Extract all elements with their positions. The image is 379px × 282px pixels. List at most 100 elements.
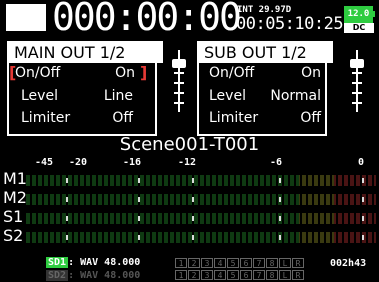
meter-scale-label: 0 [358,157,365,168]
meter-scale-label: -45 [35,157,54,168]
channel-label: M2 [3,188,27,207]
meter-peak-marker [362,235,364,240]
channel-meter [26,175,376,186]
fader-knob[interactable] [172,59,186,68]
sd2-format: : WAV 48.000 [68,270,141,281]
selection-bracket-right: ] [140,63,148,82]
channel-label: M1 [3,169,27,188]
channel-label: S2 [3,226,24,245]
sub-out-fader[interactable] [350,50,364,112]
track-indicator: 7 [253,258,265,268]
track-indicators-row2: 12345678LR [175,270,304,280]
counter-timecode: 000:00:00 [52,0,242,39]
sub-out-row-limiter[interactable]: Limiter Off [209,109,321,127]
row-label: Level [21,88,58,104]
recorder-screen: 000:00:00 INT 29.97D 00:05:10:25 12.0 DC… [0,0,379,282]
sd1-format: : WAV 48.000 [68,257,141,268]
meter-scale-label: -12 [178,157,197,168]
meter-peak-marker [66,235,68,240]
track-indicator: R [292,258,304,268]
sub-out-title: SUB OUT 1/2 [197,41,333,63]
sd2-status: SD2: WAV 48.000 [46,270,140,281]
absolute-timecode: 00:05:10:25 [236,14,344,34]
sd1-tag: SD1 [46,257,69,268]
track-indicator: 7 [253,270,265,280]
row-value: Off [300,110,321,126]
sub-out-row-level[interactable]: Level Normal [209,87,321,105]
sub-out-frame: On/Off On Level Normal Limiter Off [197,61,327,136]
row-value: On [301,65,321,81]
fader-tick [352,82,362,84]
meter-peak-marker [362,216,364,221]
track-indicator: 2 [188,258,200,268]
track-indicators-row1: 12345678LR [175,258,304,268]
row-value: Normal [270,88,321,104]
main-out-row-onoff[interactable]: On/Off On [15,64,135,82]
meter-peak-marker [138,197,140,202]
meter-peak-marker [279,197,281,202]
meter-peak-marker [138,216,140,221]
meter-peak-marker [279,178,281,183]
track-indicator: 3 [201,270,213,280]
power-source: DC [344,23,374,33]
main-out-fader[interactable] [172,50,186,112]
meter-peak-marker [279,216,281,221]
fader-knob[interactable] [350,59,364,68]
battery-indicator: 12.0 DC [344,4,375,33]
fader-tick [174,72,184,74]
meter-peak-marker [192,197,194,202]
channel-meter [26,213,376,224]
track-indicator: 2 [188,270,200,280]
row-value: On [115,65,135,81]
row-value: Line [103,88,133,104]
track-indicator: 8 [266,270,278,280]
sd1-status: SD1: WAV 48.000 [46,257,140,268]
channel-meter [26,194,376,205]
track-indicator: 5 [227,258,239,268]
track-indicator: L [279,258,291,268]
channel-label: S1 [3,207,24,226]
meter-peak-marker [279,235,281,240]
meter-peak-marker [66,178,68,183]
fader-tick [352,72,362,74]
track-indicator: 5 [227,270,239,280]
fader-tick [174,92,184,94]
meter-peak-marker [66,197,68,202]
meter-peak-marker [362,178,364,183]
meter-scale-label: -16 [123,157,142,168]
track-indicator: 1 [175,258,187,268]
meter-peak-marker [138,178,140,183]
meter-peak-marker [362,197,364,202]
meter-peak-marker [66,216,68,221]
main-out-title: MAIN OUT 1/2 [7,41,163,63]
sub-out-row-onoff[interactable]: On/Off On [209,64,321,82]
row-label: Level [209,88,246,104]
remaining-record-time: 002h43 [330,258,367,269]
battery-icon [372,11,375,17]
track-indicator: 6 [240,270,252,280]
sd2-tag: SD2 [46,270,69,281]
track-indicator: 4 [214,258,226,268]
main-out-frame: [ On/Off On ] Level Line Limiter Off [7,61,157,136]
row-label: Limiter [21,110,71,126]
row-label: On/Off [15,65,61,81]
meter-scale-label: -6 [270,157,283,168]
row-label: Limiter [209,110,259,126]
track-indicator: 3 [201,258,213,268]
track-indicator: R [292,270,304,280]
fader-tick [352,102,362,104]
main-out-row-level[interactable]: Level Line [21,87,133,105]
fader-tick [352,92,362,94]
meter-peak-marker [192,216,194,221]
fader-tick [174,102,184,104]
meter-peak-marker [138,235,140,240]
record-status-box [6,4,46,31]
row-value: Off [112,110,133,126]
main-out-row-limiter[interactable]: Limiter Off [21,109,133,127]
track-indicator: L [279,270,291,280]
track-indicator: 8 [266,258,278,268]
fader-tick [174,82,184,84]
track-indicator: 1 [175,270,187,280]
row-label: On/Off [209,65,255,81]
channel-meter [26,232,376,243]
